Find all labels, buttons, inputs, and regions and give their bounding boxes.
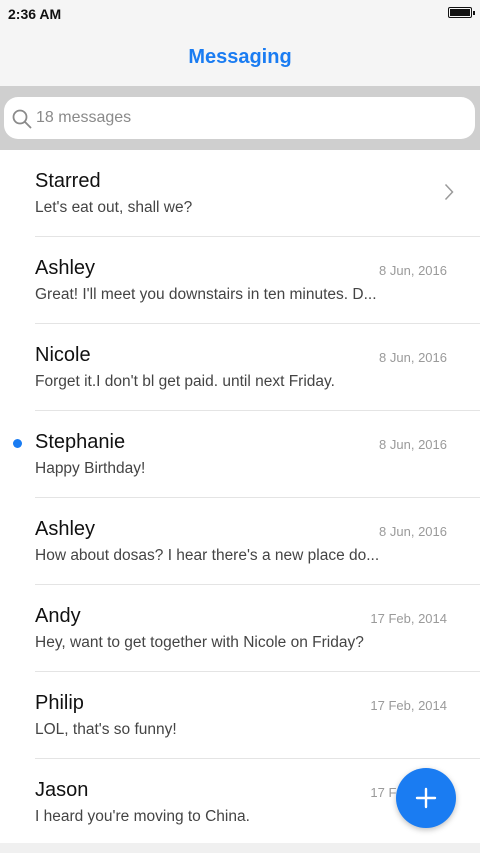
compose-button[interactable] xyxy=(396,768,456,828)
plus-icon xyxy=(415,787,437,809)
message-preview: LOL, that's so funny! xyxy=(35,721,177,738)
search-input[interactable]: 18 messages xyxy=(4,97,475,139)
contact-name: Ashley xyxy=(35,257,96,279)
bottom-bar xyxy=(0,843,480,853)
chevron-right-icon xyxy=(444,183,454,201)
battery-icon xyxy=(448,7,475,18)
conversation-row[interactable]: Philip 17 Feb, 2014 LOL, that's so funny… xyxy=(0,672,480,759)
conversation-row[interactable]: Ashley 8 Jun, 2016 Great! I'll meet you … xyxy=(0,237,480,324)
contact-name: Stephanie xyxy=(35,431,126,453)
conversation-row[interactable]: Ashley 8 Jun, 2016 How about dosas? I he… xyxy=(0,498,480,585)
conversation-list: Starred Let's eat out, shall we? Ashley … xyxy=(0,150,480,846)
message-preview: I heard you're moving to China. xyxy=(35,808,250,825)
contact-name: Ashley xyxy=(35,518,96,540)
contact-name: Nicole xyxy=(35,344,91,366)
status-bar: 2:36 AM xyxy=(0,0,480,28)
message-preview: Let's eat out, shall we? xyxy=(35,199,193,216)
conversation-row[interactable]: Andy 17 Feb, 2014 Hey, want to get toget… xyxy=(0,585,480,672)
contact-name: Jason xyxy=(35,779,89,801)
message-preview: Forget it.I don't bl get paid. until nex… xyxy=(35,373,335,390)
page-title: Messaging xyxy=(188,46,292,68)
message-preview: Great! I'll meet you downstairs in ten m… xyxy=(35,286,377,303)
message-date: 8 Jun, 2016 xyxy=(379,524,447,539)
conversation-row[interactable]: Nicole 8 Jun, 2016 Forget it.I don't bl … xyxy=(0,324,480,411)
message-preview: How about dosas? I hear there's a new pl… xyxy=(35,547,380,564)
contact-name: Philip xyxy=(35,692,84,714)
contact-name: Andy xyxy=(35,605,81,627)
conversation-row-starred[interactable]: Starred Let's eat out, shall we? xyxy=(0,150,480,237)
contact-name: Starred xyxy=(35,170,101,192)
app-header: Messaging xyxy=(0,28,480,86)
search-area: 18 messages xyxy=(0,86,480,150)
conversation-row[interactable]: Stephanie 8 Jun, 2016 Happy Birthday! xyxy=(0,411,480,498)
message-date: 8 Jun, 2016 xyxy=(379,263,447,278)
search-placeholder: 18 messages xyxy=(36,109,132,126)
message-preview: Hey, want to get together with Nicole on… xyxy=(35,634,364,651)
status-time: 2:36 AM xyxy=(8,6,62,22)
message-date: 8 Jun, 2016 xyxy=(379,350,447,365)
message-date: 8 Jun, 2016 xyxy=(379,437,447,452)
message-date: 17 Feb, 2014 xyxy=(370,698,447,713)
message-preview: Happy Birthday! xyxy=(35,460,146,477)
search-icon xyxy=(12,109,32,129)
unread-indicator xyxy=(13,439,22,448)
message-date: 17 Feb, 2014 xyxy=(370,611,447,626)
